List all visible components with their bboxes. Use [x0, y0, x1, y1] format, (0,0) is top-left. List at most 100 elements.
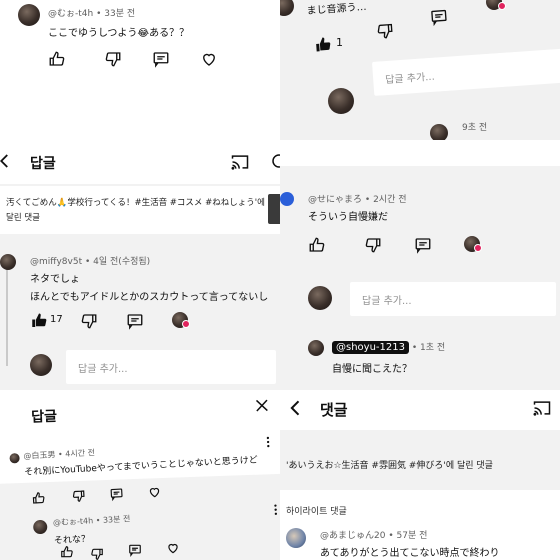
close-button[interactable]	[253, 396, 272, 415]
back-button[interactable]	[286, 398, 306, 418]
dislike-button[interactable]	[71, 488, 86, 503]
top-strip	[280, 140, 560, 166]
like-count: 1	[336, 36, 343, 49]
dislike-icon	[81, 314, 97, 329]
dislike-icon	[91, 548, 103, 560]
dislike-button[interactable]	[104, 50, 122, 68]
panel-top-left: @むぉ-t4h • 33분 전 ここでゆうしつよう😂ある？？	[0, 0, 280, 140]
dislike-icon	[377, 23, 393, 39]
comment-time: 9초 전	[462, 123, 488, 133]
quote-text: 汚くてごめん🙏学校行ってくる！#生活音 #コスメ #ねねしょう'에 달린 댓글	[6, 198, 265, 223]
reply-input[interactable]: 답글 추가...	[66, 350, 276, 384]
header: 답글	[0, 140, 280, 184]
cast-button[interactable]	[230, 152, 250, 172]
dislike-icon	[72, 490, 85, 502]
more-icon	[274, 504, 278, 515]
dislike-button[interactable]	[375, 21, 394, 40]
reply-icon	[127, 314, 143, 330]
avatar[interactable]	[30, 354, 52, 376]
avatar[interactable]	[308, 286, 332, 310]
like-icon	[49, 51, 65, 66]
avatar[interactable]	[430, 124, 448, 140]
reply-input[interactable]: 답글 추가...	[350, 282, 556, 316]
like-button[interactable]	[313, 35, 332, 54]
comment-thread: @白玉男 • 4시간 전 それ別にYouTubeやってまでいうことじゃないと思う…	[0, 413, 280, 548]
heart-button[interactable]	[147, 484, 162, 499]
like-button[interactable]	[30, 312, 48, 330]
comment-time: 2시간 전	[373, 195, 407, 205]
page-title: 답글	[30, 156, 56, 172]
reply-button[interactable]	[414, 236, 432, 254]
close-button[interactable]	[270, 152, 280, 170]
comment-author[interactable]: @せにゃまろ	[308, 195, 362, 205]
header: 댓글	[280, 390, 560, 430]
like-button[interactable]	[48, 50, 66, 68]
more-button[interactable]	[270, 501, 280, 516]
avatar[interactable]	[18, 4, 40, 26]
panel-middle-right: @せにゃまろ • 2시간 전 そういう自慢嫌だ 답글 추가... @shoyu-…	[280, 140, 560, 390]
heart-icon	[203, 53, 215, 66]
avatar[interactable]	[32, 519, 48, 535]
comment-author[interactable]: @むぉ-t4h	[48, 9, 93, 19]
reply-icon	[153, 52, 169, 68]
original-comment-quote[interactable]: 汚くてごめん🙏学校行ってくる！#生活音 #コスメ #ねねしょう'에 달린 댓글	[0, 186, 280, 234]
reply-author[interactable]: @むぉ-t4h	[53, 516, 94, 527]
heart-button[interactable]	[200, 50, 218, 68]
avatar[interactable]	[280, 0, 294, 16]
reply-button[interactable]	[109, 486, 124, 502]
like-icon	[309, 237, 325, 252]
highlight-section: 하이라이트 댓글 @あまじゅん20 • 57분 전 あてありがとう出てこない時点…	[280, 490, 560, 560]
avatar[interactable]	[9, 453, 20, 464]
like-button[interactable]	[308, 236, 326, 254]
dislike-icon	[105, 52, 121, 67]
like-icon	[32, 313, 47, 327]
comment-time: 33분 전	[104, 9, 136, 19]
panel-bottom-left: 답글 @白玉男 • 4시간 전 それ別にYouTubeやってまでいうことじゃない…	[0, 390, 280, 560]
avatar[interactable]	[308, 340, 324, 356]
reply-input[interactable]: 답글 추가...	[372, 48, 560, 96]
dislike-button[interactable]	[90, 546, 104, 560]
like-button[interactable]	[31, 490, 46, 505]
avatar[interactable]	[328, 88, 354, 114]
heart-button[interactable]	[166, 540, 180, 554]
cast-button[interactable]	[532, 398, 552, 418]
back-button[interactable]	[0, 152, 14, 170]
reply-icon	[129, 544, 141, 557]
comment-time: 4시간 전	[65, 448, 96, 459]
thread-line	[6, 254, 8, 366]
more-icon	[266, 436, 270, 448]
back-icon	[0, 154, 8, 168]
comment-author[interactable]: @白玉男	[23, 450, 55, 461]
quote-text[interactable]: 'あいうえお☆生活音 #雰囲気 #伸びろ'에 달린 댓글	[286, 458, 558, 471]
video-thumbnail[interactable]	[268, 194, 280, 224]
reply-author[interactable]: @miffy8v5t	[30, 257, 82, 267]
comment-text: まじ音源う…	[306, 1, 367, 17]
reply-text-line-2: ほんとでもアイドルとかのスカウトって言ってないし	[30, 292, 269, 303]
reply-button[interactable]	[126, 312, 144, 330]
panel-bottom-right: 댓글 'あいうえお☆生活音 #雰囲気 #伸びろ'에 달린 댓글 하이라이트 댓글…	[280, 390, 560, 560]
like-count: 17	[50, 314, 63, 325]
more-button[interactable]	[263, 434, 274, 449]
reply-button[interactable]	[128, 542, 142, 557]
close-icon	[272, 154, 280, 168]
comment-text: そういう自慢嫌だ	[308, 212, 388, 223]
like-icon	[61, 546, 73, 558]
dislike-icon	[365, 238, 381, 253]
reply-author[interactable]: @shoyu-1213	[332, 341, 409, 354]
like-button[interactable]	[60, 544, 74, 558]
dislike-button[interactable]	[364, 236, 382, 254]
reply-button[interactable]	[152, 50, 170, 68]
comment-text: ここでゆうしつよう😂ある？？	[48, 28, 190, 39]
avatar[interactable]	[286, 528, 306, 548]
cast-icon	[533, 401, 551, 416]
dislike-button[interactable]	[80, 312, 98, 330]
comment-author[interactable]: @あまじゅん20	[320, 531, 385, 541]
avatar[interactable]	[0, 254, 16, 270]
avatar[interactable]	[280, 192, 294, 206]
reply-icon	[110, 488, 123, 502]
heart-icon	[168, 543, 178, 554]
reply-icon	[431, 9, 447, 27]
page-title: 답글	[30, 408, 58, 426]
heart-icon	[149, 487, 160, 498]
reply-button[interactable]	[429, 7, 448, 27]
